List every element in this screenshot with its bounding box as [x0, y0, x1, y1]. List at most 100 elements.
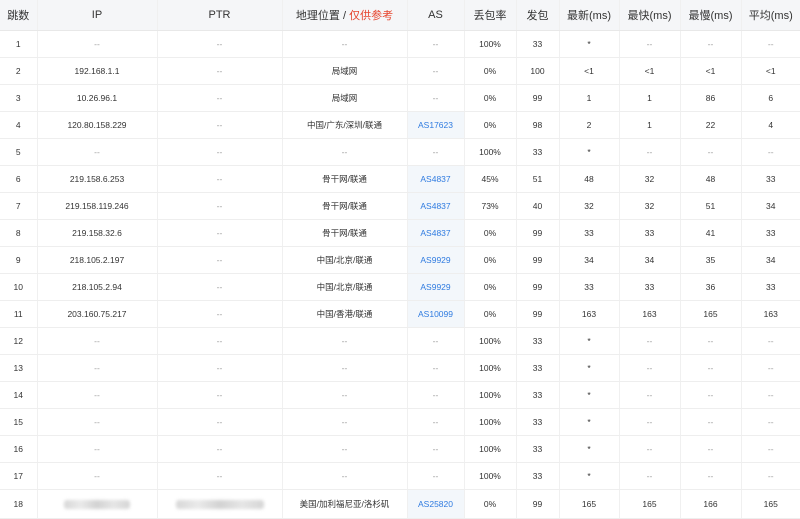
cell-best: -- [619, 138, 681, 166]
cell-hop: 1 [0, 30, 38, 58]
table-row: 8 219.158.32.6 -- 骨干网/联通 AS4837 0% 99 33 33 41 33 [0, 219, 800, 247]
cell-ptr: -- [157, 165, 283, 193]
cell-as: -- [407, 57, 465, 85]
cell-avg: -- [741, 327, 800, 355]
cell-ip: 219.158.6.253 [37, 165, 158, 193]
cell-best: 1 [619, 84, 681, 112]
cell-loss: 0% [464, 489, 517, 519]
cell-avg: 165 [741, 489, 800, 519]
cell-last: 33 [559, 219, 620, 247]
cell-ip: 120.80.158.229 [37, 111, 158, 139]
table-row: 13 -- -- -- -- 100% 33 * -- -- -- [0, 354, 800, 382]
cell-last: * [559, 408, 620, 436]
cell-as: AS4837 [407, 165, 465, 193]
cell-hop: 17 [0, 462, 38, 490]
cell-last: * [559, 462, 620, 490]
as-link[interactable]: AS4837 [420, 228, 450, 238]
cell-hop: 18 [0, 489, 38, 519]
cell-ip: 203.160.75.217 [37, 300, 158, 328]
as-link[interactable]: AS17623 [418, 120, 453, 130]
cell-hop: 14 [0, 381, 38, 409]
cell-as: AS4837 [407, 219, 465, 247]
cell-sent: 99 [516, 246, 560, 274]
cell-last: 32 [559, 192, 620, 220]
cell-best: 33 [619, 219, 681, 247]
cell-last: 1 [559, 84, 620, 112]
cell-best: 163 [619, 300, 681, 328]
as-link[interactable]: AS9929 [420, 255, 450, 265]
table-row: 7 219.158.119.246 -- 骨干网/联通 AS4837 73% 40 32 32 5… [0, 192, 800, 220]
cell-ptr: -- [157, 462, 283, 490]
cell-sent: 99 [516, 300, 560, 328]
cell-worst: -- [680, 408, 742, 436]
cell-ptr: -- [157, 138, 283, 166]
as-link[interactable]: AS25820 [418, 499, 453, 509]
as-link[interactable]: AS4837 [420, 174, 450, 184]
cell-sent: 98 [516, 111, 560, 139]
table-row: 16 -- -- -- -- 100% 33 * -- -- -- [0, 435, 800, 463]
cell-hop: 12 [0, 327, 38, 355]
cell-best: 34 [619, 246, 681, 274]
table-row: 4 120.80.158.229 -- 中国/广东/深圳/联通 AS17623 0% 98 2… [0, 111, 800, 139]
cell-as: -- [407, 138, 465, 166]
cell-last: * [559, 381, 620, 409]
cell-ip: 192.168.1.1 [37, 57, 158, 85]
cell-ptr: -- [157, 408, 283, 436]
cell-worst: -- [680, 381, 742, 409]
cell-ip: -- [37, 462, 158, 490]
cell-ip: -- [37, 138, 158, 166]
cell-as: -- [407, 435, 465, 463]
cell-ip: 218.105.2.94 [37, 273, 158, 301]
cell-geo: 骨干网/联通 [282, 192, 408, 220]
cell-hop: 10 [0, 273, 38, 301]
cell-best: 1 [619, 111, 681, 139]
cell-ip: -- [37, 30, 158, 58]
table-row: 17 -- -- -- -- 100% 33 * -- -- -- [0, 462, 800, 490]
cell-ip: 218.105.2.197 [37, 246, 158, 274]
as-link[interactable]: AS4837 [420, 201, 450, 211]
cell-as: AS17623 [407, 111, 465, 139]
cell-as: -- [407, 462, 465, 490]
cell-as: -- [407, 354, 465, 382]
cell-ip: -- [37, 354, 158, 382]
table-row: 1 -- -- -- -- 100% 33 * -- -- -- [0, 30, 800, 58]
cell-as: -- [407, 408, 465, 436]
cell-last: * [559, 138, 620, 166]
table-row: 14 -- -- -- -- 100% 33 * -- -- -- [0, 381, 800, 409]
cell-ptr [157, 489, 283, 519]
cell-last: 2 [559, 111, 620, 139]
cell-best: -- [619, 327, 681, 355]
cell-loss: 100% [464, 381, 517, 409]
cell-loss: 100% [464, 327, 517, 355]
cell-geo: -- [282, 30, 408, 58]
cell-ip [37, 489, 158, 519]
col-geo: 地理位置 / 仅供参考 [282, 0, 408, 31]
as-link[interactable]: AS10099 [418, 309, 453, 319]
table-row: 2 192.168.1.1 -- 局域网 -- 0% 100 <1 <1 <1 <1 [0, 57, 800, 85]
table-body: 1 -- -- -- -- 100% 33 * -- -- -- 2 192.168.1.1 -- 局域网 -… [0, 30, 800, 519]
cell-loss: 100% [464, 30, 517, 58]
traceroute-table: 跳数 IP PTR 地理位置 / 仅供参考 AS 丢包率 发包 最新(ms) 最… [0, 0, 800, 519]
col-ptr: PTR [157, 0, 283, 31]
cell-best: <1 [619, 57, 681, 85]
cell-as: AS9929 [407, 246, 465, 274]
cell-worst: <1 [680, 57, 742, 85]
cell-best: 165 [619, 489, 681, 519]
col-best: 最快(ms) [619, 0, 681, 31]
cell-worst: 166 [680, 489, 742, 519]
cell-geo: 中国/广东/深圳/联通 [282, 111, 408, 139]
col-worst: 最慢(ms) [680, 0, 742, 31]
cell-as: -- [407, 30, 465, 58]
cell-ip: 219.158.32.6 [37, 219, 158, 247]
cell-loss: 100% [464, 354, 517, 382]
table-row: 18 美国/加利福尼亚/洛杉矶 AS25820 0% 99 165 165 166 165 [0, 489, 800, 519]
cell-ptr: -- [157, 381, 283, 409]
cell-ptr: -- [157, 435, 283, 463]
cell-last: 165 [559, 489, 620, 519]
cell-worst: 22 [680, 111, 742, 139]
cell-best: -- [619, 354, 681, 382]
cell-as: AS10099 [407, 300, 465, 328]
cell-worst: -- [680, 462, 742, 490]
as-link[interactable]: AS9929 [420, 282, 450, 292]
cell-sent: 100 [516, 57, 560, 85]
